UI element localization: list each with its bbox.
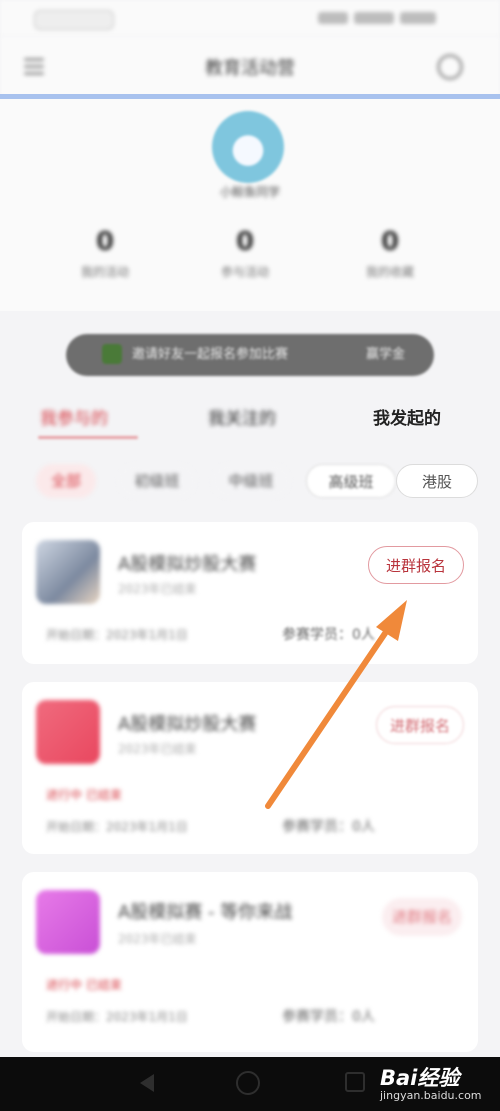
arrow-shaft	[265, 623, 393, 809]
annotation-arrow	[265, 600, 407, 809]
watermark-logo: Bai经验	[380, 1066, 460, 1090]
home-icon[interactable]	[236, 1071, 260, 1095]
recent-apps-icon[interactable]	[345, 1072, 365, 1092]
watermark: Bai经验 jingyan.baidu.com	[380, 1062, 482, 1102]
watermark-url: jingyan.baidu.com	[380, 1089, 482, 1102]
back-icon[interactable]	[140, 1074, 154, 1092]
